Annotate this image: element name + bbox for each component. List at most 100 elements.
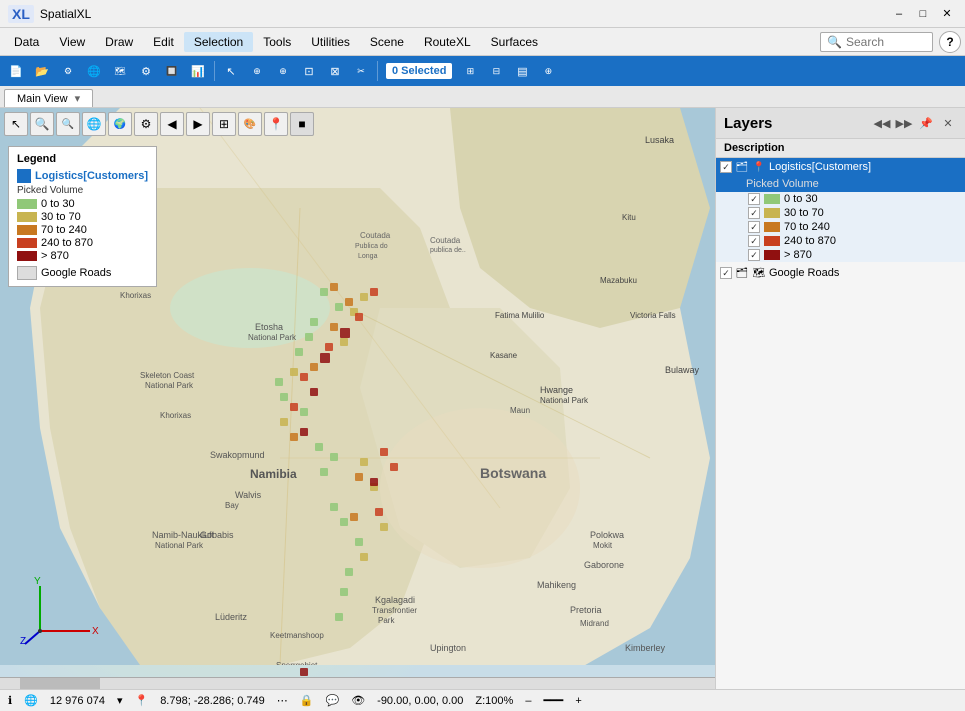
menu-surfaces[interactable]: Surfaces bbox=[481, 32, 548, 52]
marker-green bbox=[280, 393, 288, 401]
help-button[interactable]: ? bbox=[939, 31, 961, 53]
scrollbar-thumb[interactable] bbox=[20, 678, 100, 689]
svg-text:Sperrgebiet: Sperrgebiet bbox=[276, 661, 318, 665]
marker-orange bbox=[355, 473, 363, 481]
layer-roads-checkbox[interactable] bbox=[720, 267, 732, 279]
map-gear[interactable]: ⚙ bbox=[134, 112, 158, 136]
titlebar-title: SpatialXL bbox=[40, 7, 91, 21]
tb-icon5[interactable]: 🗺 bbox=[108, 59, 132, 83]
tb-icon15[interactable]: ⊞ bbox=[458, 59, 482, 83]
app-icon: XL bbox=[8, 5, 34, 23]
layer-logistics[interactable]: 🗂 📍 Logistics[Customers] bbox=[716, 158, 965, 176]
nav-minus[interactable]: – bbox=[525, 695, 531, 707]
tb-icon17[interactable]: ▤ bbox=[510, 59, 534, 83]
menu-draw[interactable]: Draw bbox=[95, 32, 143, 52]
titlebar-left: XL SpatialXL bbox=[8, 5, 91, 23]
layers-sub-3-color bbox=[764, 236, 780, 246]
tab-close[interactable]: ▾ bbox=[75, 93, 81, 105]
tb-icon3[interactable]: ⚙ bbox=[56, 59, 80, 83]
marker-orange bbox=[290, 433, 298, 441]
legend-color-2 bbox=[17, 225, 37, 235]
layers-back-btn[interactable]: ◀◀ bbox=[873, 114, 891, 132]
map-cursor-tool[interactable]: ↖ bbox=[4, 112, 28, 136]
tb-icon18[interactable]: ⊕ bbox=[536, 59, 560, 83]
legend-label-3: 240 to 870 bbox=[41, 237, 93, 249]
map-globe[interactable]: 🌐 bbox=[82, 112, 106, 136]
layers-sub-1-check[interactable] bbox=[748, 207, 760, 219]
tb-icon14[interactable]: ✂ bbox=[349, 59, 373, 83]
tb-icon4[interactable]: 🌐 bbox=[82, 59, 106, 83]
map-right[interactable]: ▶ bbox=[186, 112, 210, 136]
legend-item-3: 240 to 870 bbox=[17, 237, 148, 249]
menu-tools[interactable]: Tools bbox=[253, 32, 301, 52]
main-view-tab[interactable]: Main View ▾ bbox=[4, 89, 93, 107]
map-left[interactable]: ◀ bbox=[160, 112, 184, 136]
map-globe2[interactable]: 🌍 bbox=[108, 112, 132, 136]
menu-utilities[interactable]: Utilities bbox=[301, 32, 360, 52]
layers-sub-4-color bbox=[764, 250, 780, 260]
tb-icon11[interactable]: ⊕ bbox=[271, 59, 295, 83]
marker-green bbox=[320, 468, 328, 476]
tb-icon6[interactable]: ⚙ bbox=[134, 59, 158, 83]
tb-icon13[interactable]: ⊠ bbox=[323, 59, 347, 83]
layers-sub-2-check[interactable] bbox=[748, 221, 760, 233]
marker-green bbox=[340, 518, 348, 526]
axes-indicator: Y X Z bbox=[20, 576, 100, 649]
menu-view[interactable]: View bbox=[49, 32, 95, 52]
tab-bar: Main View ▾ bbox=[0, 86, 965, 108]
marker-green bbox=[330, 453, 338, 461]
tb-new[interactable]: 📄 bbox=[4, 59, 28, 83]
search-box[interactable]: 🔍 bbox=[820, 32, 933, 52]
map-paint[interactable]: 🎨 bbox=[238, 112, 262, 136]
layers-sub-4-label: > 870 bbox=[784, 249, 812, 261]
menu-routexl[interactable]: RouteXL bbox=[414, 32, 481, 52]
menubar: Data View Draw Edit Selection Tools Util… bbox=[0, 28, 965, 56]
close-button[interactable]: ✕ bbox=[937, 4, 957, 24]
layers-close-btn[interactable]: ✕ bbox=[939, 114, 957, 132]
titlebar-controls: – □ ✕ bbox=[889, 4, 957, 24]
map-pin[interactable]: 📍 bbox=[264, 112, 288, 136]
tb-icon16[interactable]: ⊟ bbox=[484, 59, 508, 83]
layer-roads[interactable]: 🗂 🗺 Google Roads bbox=[716, 264, 965, 282]
marker-red bbox=[375, 508, 383, 516]
tb-open[interactable]: 📂 bbox=[30, 59, 54, 83]
map-zoom-in[interactable]: 🔍 bbox=[30, 112, 54, 136]
nav-slider[interactable]: ━━━ bbox=[543, 694, 563, 707]
tb-cursor[interactable]: ↖ bbox=[219, 59, 243, 83]
map-toolbar: ↖ 🔍 🔍 🌐 🌍 ⚙ ◀ ▶ ⊞ 🎨 📍 ■ bbox=[4, 112, 314, 136]
menu-data[interactable]: Data bbox=[4, 32, 49, 52]
map-scrollbar[interactable] bbox=[0, 677, 715, 689]
tb-icon12[interactable]: ⊡ bbox=[297, 59, 321, 83]
menu-edit[interactable]: Edit bbox=[143, 32, 184, 52]
layers-forward-btn[interactable]: ▶▶ bbox=[895, 114, 913, 132]
menu-selection[interactable]: Selection bbox=[184, 32, 253, 52]
marker-orange bbox=[350, 513, 358, 521]
map-area[interactable]: Lusaka Kitu Mazabuku Victoria Falls Bula… bbox=[0, 108, 715, 689]
search-input[interactable] bbox=[846, 35, 926, 49]
maximize-button[interactable]: □ bbox=[913, 4, 933, 24]
tb-icon7[interactable]: 🔲 bbox=[160, 59, 184, 83]
location-icon: 📍 bbox=[134, 694, 148, 707]
search-icon: 🔍 bbox=[827, 35, 842, 49]
legend-roads-label: Google Roads bbox=[41, 267, 111, 279]
map-stop[interactable]: ■ bbox=[290, 112, 314, 136]
nav-plus[interactable]: + bbox=[575, 695, 581, 707]
tb-icon10[interactable]: ⊕ bbox=[245, 59, 269, 83]
map-zoom-out[interactable]: 🔍 bbox=[56, 112, 80, 136]
minimize-button[interactable]: – bbox=[889, 4, 909, 24]
layers-sub-4-check[interactable] bbox=[748, 249, 760, 261]
svg-text:Z: Z bbox=[20, 636, 26, 646]
legend-label-1: 30 to 70 bbox=[41, 211, 81, 223]
layers-sub-3-check[interactable] bbox=[748, 235, 760, 247]
layers-content[interactable]: 🗂 📍 Logistics[Customers] Picked Volume 0… bbox=[716, 158, 965, 689]
menu-scene[interactable]: Scene bbox=[360, 32, 414, 52]
tb-icon8[interactable]: 📊 bbox=[186, 59, 210, 83]
lock-icon: 🔒 bbox=[300, 694, 314, 707]
layer-logistics-checkbox[interactable] bbox=[720, 161, 732, 173]
map-grid[interactable]: ⊞ bbox=[212, 112, 236, 136]
layers-pin-btn[interactable]: 📌 bbox=[917, 114, 935, 132]
statusbar: ℹ 🌐 12 976 074 ▾ 📍 8.798; -28.286; 0.749… bbox=[0, 689, 965, 711]
dropdown-arrow[interactable]: ▾ bbox=[117, 694, 123, 707]
layers-sub-0-color bbox=[764, 194, 780, 204]
layers-sub-0-check[interactable] bbox=[748, 193, 760, 205]
